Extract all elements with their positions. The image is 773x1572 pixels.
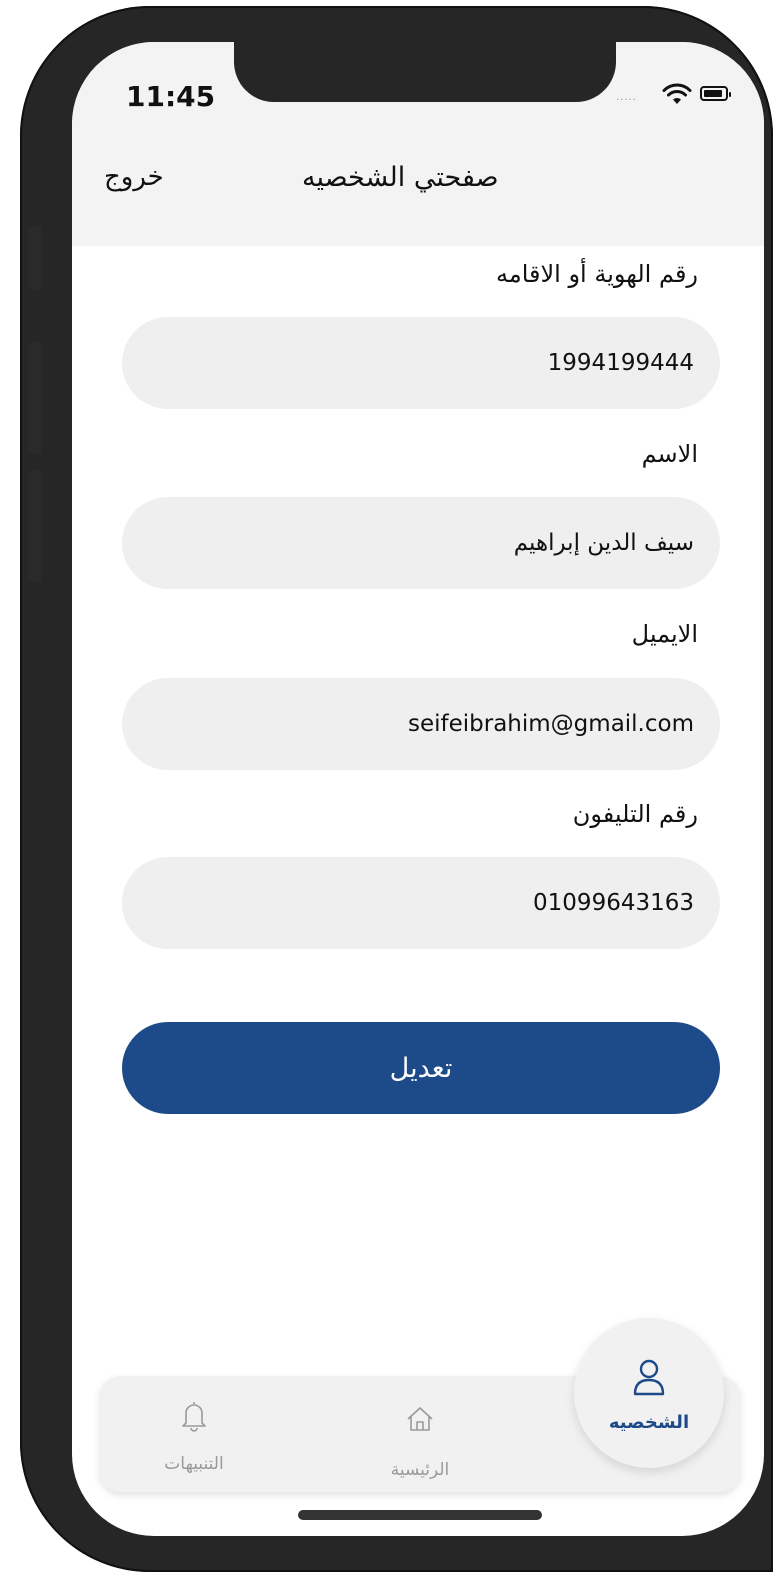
status-time: 11:45 bbox=[126, 80, 216, 113]
home-indicator bbox=[298, 1510, 542, 1520]
id-label: رقم الهوية أو الاقامه bbox=[495, 260, 698, 288]
email-field[interactable]: seifeibrahim@gmail.com bbox=[122, 678, 720, 770]
name-label: الاسم bbox=[641, 440, 698, 468]
bell-icon bbox=[182, 1402, 206, 1432]
phone-field[interactable]: 01099643163 bbox=[122, 857, 720, 949]
email-label: الايميل bbox=[631, 620, 698, 648]
tab-profile[interactable]: الشخصيه bbox=[574, 1318, 724, 1468]
tab-notifications[interactable]: التنبيهات bbox=[114, 1376, 274, 1492]
phone-label: رقم التليفون bbox=[572, 800, 698, 828]
name-field[interactable]: سيف الدين إبراهيم bbox=[122, 497, 720, 589]
notch bbox=[234, 42, 616, 102]
nav-bar: خروج صفحتي الشخصيه bbox=[72, 150, 764, 246]
signal-dots-icon: ..... bbox=[616, 92, 637, 103]
tab-home[interactable]: الرئيسية bbox=[340, 1376, 500, 1492]
logout-button[interactable]: خروج bbox=[104, 162, 164, 192]
id-field[interactable]: 1994199444 bbox=[122, 317, 720, 409]
volume-down-button bbox=[28, 470, 42, 582]
volume-up-button bbox=[28, 342, 42, 454]
tab-profile-label: الشخصيه bbox=[608, 1412, 690, 1433]
mute-switch bbox=[28, 226, 42, 290]
page-title: صفحتي الشخصيه bbox=[302, 162, 499, 193]
edit-button[interactable]: تعديل bbox=[122, 1022, 720, 1114]
home-icon bbox=[407, 1407, 433, 1431]
tab-notifications-label: التنبيهات bbox=[164, 1454, 224, 1474]
user-icon bbox=[633, 1359, 665, 1396]
battery-icon bbox=[700, 86, 731, 101]
tab-home-label: الرئيسية bbox=[390, 1460, 450, 1480]
phone-frame: 11:45 ..... خروج صفحتي الشخصيه رقم الهوي… bbox=[20, 6, 773, 1572]
screen: 11:45 ..... خروج صفحتي الشخصيه رقم الهوي… bbox=[72, 42, 764, 1536]
wifi-icon bbox=[662, 83, 692, 104]
